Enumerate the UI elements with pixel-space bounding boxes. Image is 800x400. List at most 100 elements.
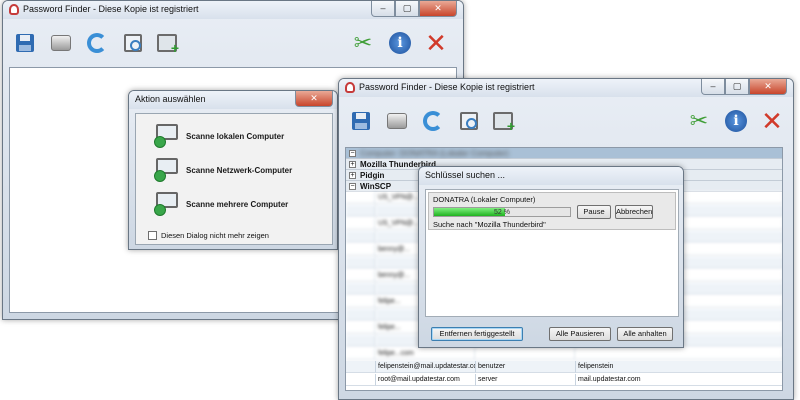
maximize-button[interactable]: ▢	[395, 1, 419, 17]
search-task-list: DONATRA (Lokaler Computer) 52 % Pause Ab…	[425, 189, 679, 317]
expand-icon[interactable]: +	[349, 161, 356, 168]
exit-button[interactable]: ✕	[422, 29, 450, 57]
grid-cell	[346, 270, 376, 282]
close-button[interactable]: ✕	[419, 1, 457, 17]
printer-icon	[51, 35, 71, 51]
front-window-title: Password Finder - Diese Kopie ist regist…	[359, 82, 535, 92]
pause-all-button[interactable]: Alle Pausieren	[549, 327, 611, 341]
refresh-icon	[87, 33, 107, 53]
refresh-button[interactable]	[419, 107, 447, 135]
app-lock-icon	[9, 4, 19, 15]
grid-cell: benutzer	[476, 361, 576, 373]
collapse-icon[interactable]: −	[349, 183, 356, 190]
grid-cell: felipenstein	[576, 361, 782, 373]
info-icon: i	[389, 32, 411, 54]
save-button[interactable]	[347, 107, 375, 135]
action-dialog-title: Aktion auswählen	[135, 94, 206, 104]
tree-computer-label: Computer: DONATRA (Lokaler Computer)	[360, 149, 509, 158]
add-computer-icon	[493, 112, 515, 134]
tools-icon: ✂	[353, 30, 373, 55]
app-lock-icon	[345, 82, 355, 93]
add-computer-button[interactable]	[153, 29, 181, 57]
refresh-icon	[423, 111, 443, 131]
dont-show-again-label: Diesen Dialog nicht mehr zeigen	[161, 231, 269, 240]
pause-button[interactable]: Pause	[577, 205, 611, 219]
search-status: Suche nach "Mozilla Thunderbird"	[433, 220, 546, 229]
grid-cell: root@mail.updatestar.com	[376, 374, 476, 386]
print-button[interactable]	[383, 107, 411, 135]
action-dialog: Aktion auswählen ✕ Scanne lokalen Comput…	[128, 90, 338, 250]
tree-node-label: WinSCP	[360, 182, 392, 191]
dont-show-again-checkbox[interactable]	[148, 231, 157, 240]
computer-name: DONATRA (Lokaler Computer)	[433, 195, 536, 204]
grid-cell	[346, 309, 376, 321]
multiple-computers-icon	[154, 192, 180, 216]
grid-cell	[346, 231, 376, 243]
save-button[interactable]	[11, 29, 39, 57]
remove-finished-button[interactable]: Entfernen fertiggestellt	[431, 327, 523, 341]
magnifier-icon	[460, 112, 478, 130]
back-window-title: Password Finder - Diese Kopie ist regist…	[23, 4, 199, 14]
action-dialog-close-button[interactable]: ✕	[295, 91, 333, 107]
grid-cell	[346, 296, 376, 308]
grid-cell	[346, 322, 376, 334]
tools-icon: ✂	[689, 108, 709, 133]
computer-icon	[154, 124, 180, 148]
magnifier-icon	[124, 34, 142, 52]
info-button[interactable]: i	[386, 29, 414, 57]
grid-cell	[576, 348, 782, 360]
search-progress-bar: 52 %	[433, 207, 571, 217]
add-computer-icon	[157, 34, 179, 56]
close-x-icon: ✕	[425, 28, 447, 58]
grid-cell	[346, 374, 376, 386]
abort-button[interactable]: Abbrechen	[615, 205, 653, 219]
tree-node-label: Pidgin	[360, 171, 385, 180]
stop-all-button[interactable]: Alle anhalten	[617, 327, 673, 341]
maximize-button[interactable]: ▢	[725, 79, 749, 95]
action-dialog-panel: Scanne lokalen Computer Scanne Netzwerk-…	[135, 113, 333, 245]
grid-cell	[346, 205, 376, 217]
grid-cell	[346, 348, 376, 360]
minimize-button[interactable]: –	[701, 79, 725, 95]
scan-network-label: Scanne Netzwerk-Computer	[186, 165, 293, 175]
tools-button[interactable]: ✂	[685, 107, 713, 135]
grid-cell	[346, 335, 376, 347]
exit-button[interactable]: ✕	[758, 107, 786, 135]
search-dialog-titlebar[interactable]: Schlüssel suchen ...	[419, 167, 683, 185]
minimize-button[interactable]: –	[371, 1, 395, 17]
tree-computer-header[interactable]: − Computer: DONATRA (Lokaler Computer)	[346, 148, 782, 159]
close-x-icon: ✕	[761, 106, 783, 136]
refresh-button[interactable]	[83, 29, 111, 57]
tools-button[interactable]: ✂	[349, 29, 377, 57]
info-button[interactable]: i	[722, 107, 750, 135]
scan-button[interactable]	[455, 107, 483, 135]
printer-icon	[387, 113, 407, 129]
grid-cell: server	[476, 374, 576, 386]
print-button[interactable]	[47, 29, 75, 57]
scan-multiple-label: Scanne mehrere Computer	[186, 199, 289, 209]
scan-button[interactable]	[119, 29, 147, 57]
grid-cell: felipe...com	[376, 348, 476, 360]
scan-local-label: Scanne lokalen Computer	[186, 131, 285, 141]
network-computer-icon	[154, 158, 180, 182]
scan-local-computer-option[interactable]: Scanne lokalen Computer	[154, 124, 284, 148]
back-window-titlebar[interactable]: Password Finder - Diese Kopie ist regist…	[3, 1, 463, 19]
floppy-icon	[16, 34, 34, 52]
grid-cell: felipenstein@mail.updatestar.com	[376, 361, 476, 373]
search-task-item: DONATRA (Lokaler Computer) 52 % Pause Ab…	[428, 192, 676, 230]
expand-icon[interactable]: +	[349, 172, 356, 179]
scan-multiple-computers-option[interactable]: Scanne mehrere Computer	[154, 192, 288, 216]
grid-cell	[346, 218, 376, 230]
grid-cell	[346, 283, 376, 295]
progress-percent: 52 %	[494, 209, 510, 216]
add-computer-button[interactable]	[489, 107, 517, 135]
grid-cell	[476, 348, 576, 360]
front-window-titlebar[interactable]: Password Finder - Diese Kopie ist regist…	[339, 79, 793, 97]
search-dialog-title: Schlüssel suchen ...	[425, 170, 506, 180]
grid-cell	[346, 257, 376, 269]
grid-cell	[346, 361, 376, 373]
grid-cell	[346, 192, 376, 204]
action-dialog-titlebar[interactable]: Aktion auswählen ✕	[129, 91, 337, 109]
close-button[interactable]: ✕	[749, 79, 787, 95]
scan-network-computer-option[interactable]: Scanne Netzwerk-Computer	[154, 158, 292, 182]
